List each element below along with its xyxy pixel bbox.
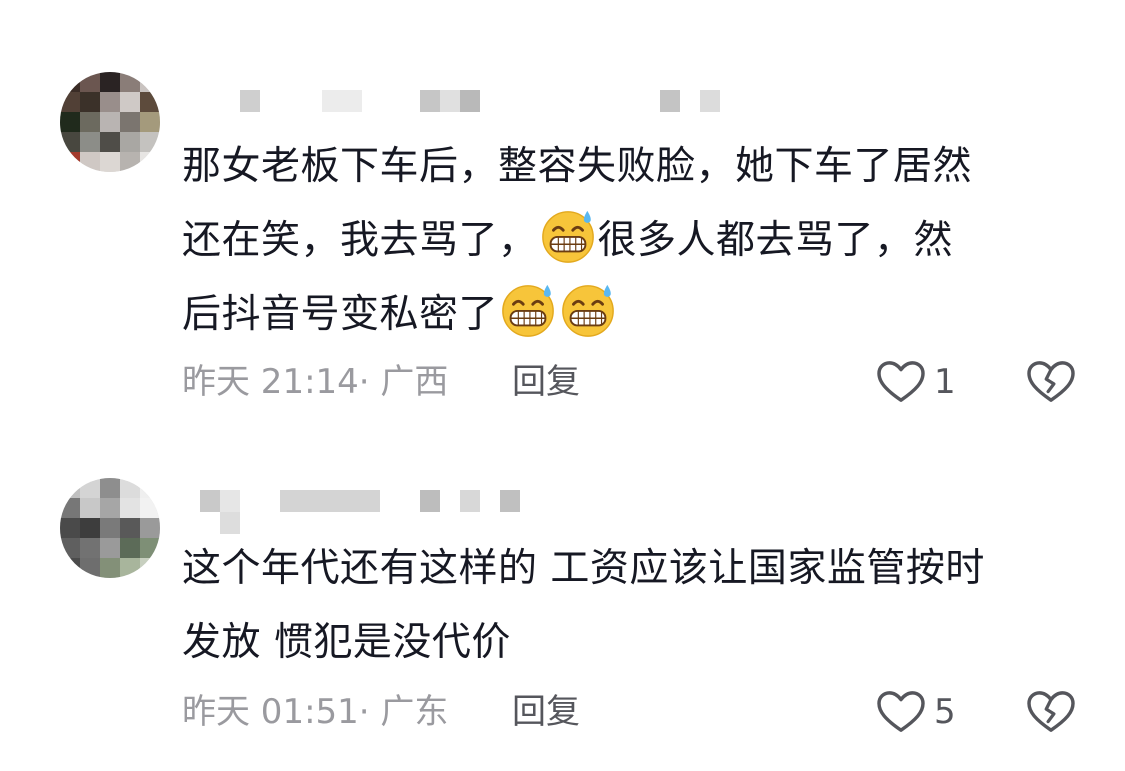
timestamp: 昨天 21:14 <box>182 362 359 402</box>
grimacing-sweat-emoji-icon <box>559 281 617 339</box>
timestamp: 昨天 01:51 <box>182 692 359 732</box>
heart-outline-icon <box>876 690 926 734</box>
avatar[interactable] <box>60 478 160 578</box>
comment-line: 后抖音号变私密了 <box>182 278 1082 352</box>
like-count: 1 <box>934 362 956 402</box>
heart-outline-icon <box>876 360 926 404</box>
grimacing-sweat-emoji-icon <box>499 281 557 339</box>
like-button[interactable]: 1 <box>876 358 976 408</box>
location: · 广西 <box>358 362 449 402</box>
comment-item: 这个年代还有这样的 工资应该让国家监管按时 发放 惯犯是没代价 昨天 01:51… <box>0 420 1125 771</box>
comment-item: 那女老板下车后，整容失败脸，她下车了居然 还在笑，我去骂了， 很多人都去骂了，然 … <box>0 0 1125 420</box>
reply-button[interactable]: 回复 <box>512 360 580 404</box>
grimacing-sweat-emoji-icon <box>539 207 597 265</box>
location: · 广东 <box>358 692 449 732</box>
username[interactable] <box>182 90 742 114</box>
like-button[interactable]: 5 <box>876 688 976 738</box>
dislike-button[interactable] <box>1026 688 1076 738</box>
reply-button[interactable]: 回复 <box>512 690 580 734</box>
comment-line: 这个年代还有这样的 工资应该让国家监管按时 <box>182 546 985 591</box>
username[interactable] <box>182 490 742 534</box>
comment-text: 那女老板下车后，整容失败脸，她下车了居然 还在笑，我去骂了， 很多人都去骂了，然 … <box>182 130 1082 352</box>
comment-line: 发放 惯犯是没代价 <box>182 620 511 665</box>
broken-heart-icon <box>1026 690 1076 734</box>
dislike-button[interactable] <box>1026 358 1076 408</box>
comment-meta: 昨天 01:51· 广东 回复 <box>182 690 580 734</box>
like-count: 5 <box>934 692 956 732</box>
comment-line: 还在笑，我去骂了， 很多人都去骂了，然 <box>182 204 1082 278</box>
comment-meta: 昨天 21:14· 广西 回复 <box>182 360 580 404</box>
broken-heart-icon <box>1026 360 1076 404</box>
comment-line: 那女老板下车后，整容失败脸，她下车了居然 <box>182 144 973 189</box>
avatar[interactable] <box>60 72 160 172</box>
comment-text: 这个年代还有这样的 工资应该让国家监管按时 发放 惯犯是没代价 <box>182 532 1082 680</box>
